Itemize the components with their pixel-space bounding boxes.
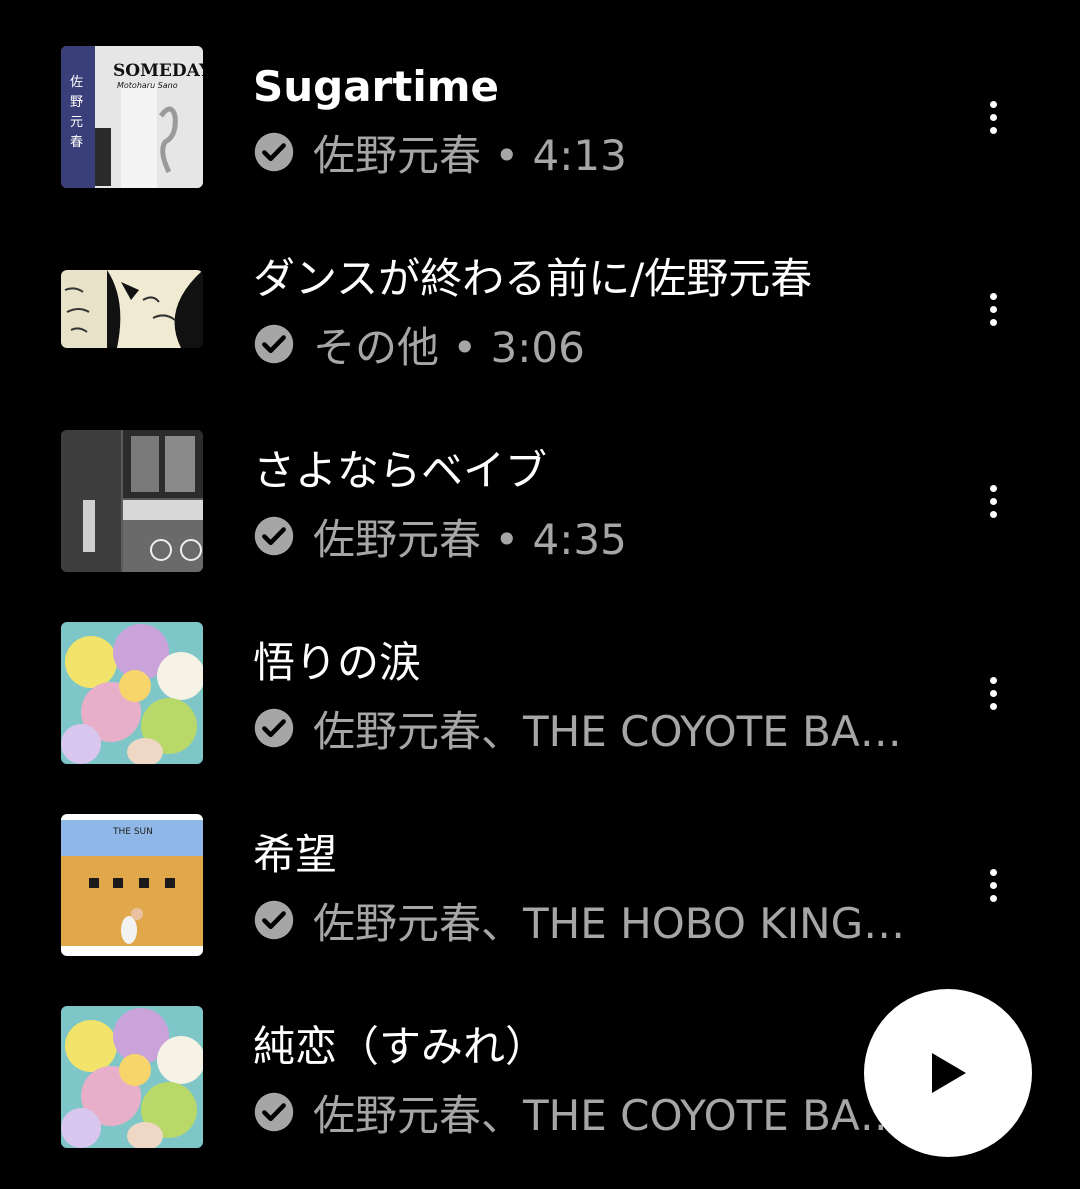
track-list: SOMEDAY Motoharu Sano 佐 野 元 春 Sugartime …	[0, 0, 1080, 1189]
track-subtitle: その他 • 3:06	[313, 322, 585, 370]
the-sun-art-title: THE SUN	[112, 827, 153, 837]
check-circle-icon	[254, 516, 294, 556]
album-art	[61, 270, 203, 348]
check-circle-icon	[254, 324, 294, 364]
track-row[interactable]: さよならベイブ 佐野元春 • 4:35	[0, 384, 1080, 576]
check-circle-icon	[254, 132, 294, 172]
svg-text:春: 春	[70, 135, 83, 150]
check-circle-icon	[254, 900, 294, 940]
track-subtitle-row: 佐野元春 • 4:13	[253, 127, 913, 177]
track-subtitle: 佐野元春、THE COYOTE BAND	[313, 1090, 913, 1138]
track-row[interactable]: SOMEDAY Motoharu Sano 佐 野 元 春 Sugartime …	[0, 0, 1080, 192]
track-title: 希望	[253, 830, 338, 879]
track-row[interactable]: THE SUN 希望 佐野元春、THE HOBO KING BAND	[0, 768, 1080, 960]
album-art	[61, 622, 203, 764]
track-title: ダンスが終わる前に/佐野元春	[253, 254, 813, 303]
play-icon	[932, 1053, 966, 1093]
track-title: Sugartime	[253, 62, 499, 111]
album-art: THE SUN	[61, 814, 203, 956]
track-title: 純恋（すみれ）	[253, 1022, 548, 1071]
album-art	[61, 430, 203, 572]
track-subtitle-row: 佐野元春、THE HOBO KING BAND	[253, 895, 913, 945]
track-subtitle-row: その他 • 3:06	[253, 319, 913, 369]
track-title: さよならベイブ	[253, 446, 548, 495]
track-subtitle-row: 佐野元春、THE COYOTE BAND	[253, 1087, 913, 1137]
more-vert-icon[interactable]	[972, 663, 1014, 723]
more-vert-icon[interactable]	[972, 855, 1014, 915]
svg-text:佐: 佐	[70, 75, 83, 90]
someday-art-title: SOMEDAY	[113, 61, 203, 81]
check-circle-icon	[254, 1092, 294, 1132]
album-art	[61, 1006, 203, 1148]
track-subtitle-row: 佐野元春 • 4:35	[253, 511, 913, 561]
track-subtitle-row: 佐野元春、THE COYOTE BAND	[253, 703, 913, 753]
track-title: 悟りの涙	[253, 638, 422, 687]
more-vert-icon[interactable]	[972, 279, 1014, 339]
album-art: SOMEDAY Motoharu Sano 佐 野 元 春	[61, 46, 203, 188]
track-subtitle: 佐野元春、THE HOBO KING BAND	[313, 898, 913, 946]
more-vert-icon[interactable]	[972, 471, 1014, 531]
check-circle-icon	[254, 708, 294, 748]
someday-art-artist: Motoharu Sano	[117, 81, 178, 90]
svg-text:元: 元	[70, 115, 83, 130]
more-vert-icon[interactable]	[972, 87, 1014, 147]
track-subtitle: 佐野元春、THE COYOTE BAND	[313, 706, 913, 754]
track-row[interactable]: ダンスが終わる前に/佐野元春 その他 • 3:06	[0, 192, 1080, 384]
play-button[interactable]	[864, 989, 1032, 1157]
track-subtitle: 佐野元春 • 4:35	[313, 514, 627, 562]
track-row[interactable]: 悟りの涙 佐野元春、THE COYOTE BAND	[0, 576, 1080, 768]
svg-text:野: 野	[70, 95, 83, 110]
track-subtitle: 佐野元春 • 4:13	[313, 130, 627, 178]
